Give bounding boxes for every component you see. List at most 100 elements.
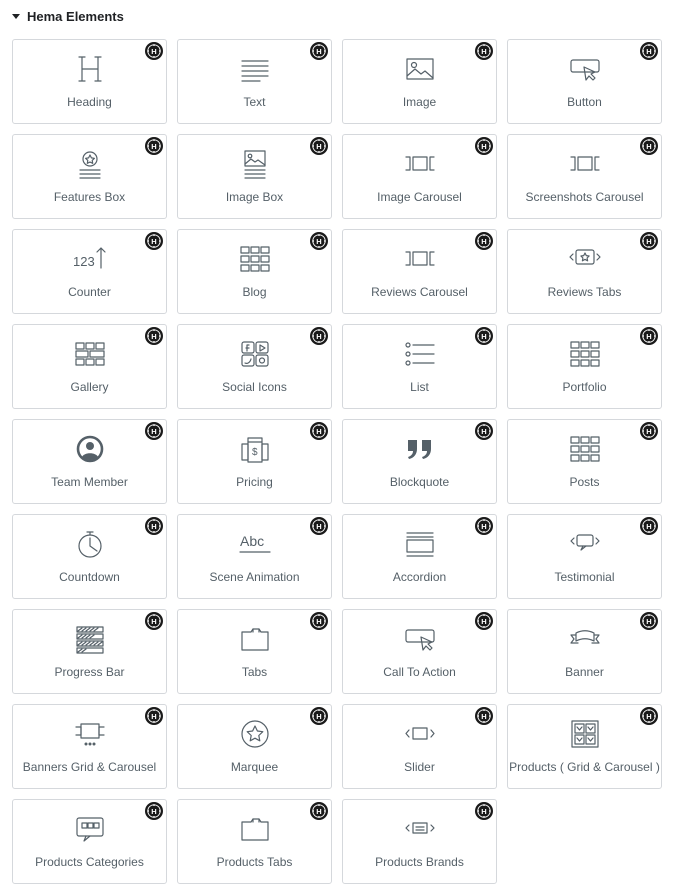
widget-label: Image Box <box>225 190 284 204</box>
hema-badge-icon: H <box>475 327 493 345</box>
banners-grid-carousel-icon <box>73 719 107 749</box>
svg-text:H: H <box>481 712 486 721</box>
widget-label: Reviews Tabs <box>547 285 622 299</box>
widget-social-icons[interactable]: Social Icons H <box>177 324 332 409</box>
hema-badge-icon: H <box>475 232 493 250</box>
blog-icon <box>238 244 272 274</box>
widget-label: Progress Bar <box>54 665 125 679</box>
widget-label: Blog <box>242 285 267 299</box>
widget-banners-grid-carousel[interactable]: Banners Grid & Carousel H <box>12 704 167 789</box>
widget-scene-animation[interactable]: Abc Scene Animation H <box>177 514 332 599</box>
posts-icon <box>568 434 602 464</box>
widget-products-brands[interactable]: Products Brands H <box>342 799 497 884</box>
svg-text:H: H <box>316 332 321 341</box>
svg-text:H: H <box>646 142 651 151</box>
hema-badge-icon: H <box>640 137 658 155</box>
widget-team-member[interactable]: Team Member H <box>12 419 167 504</box>
hema-badge-icon: H <box>145 517 163 535</box>
hema-badge-icon: H <box>145 137 163 155</box>
widget-label: List <box>410 380 429 394</box>
hema-badge-icon: H <box>475 422 493 440</box>
svg-text:H: H <box>316 712 321 721</box>
widget-image-box[interactable]: Image Box H <box>177 134 332 219</box>
portfolio-icon <box>568 339 602 369</box>
svg-text:H: H <box>151 522 156 531</box>
widget-portfolio[interactable]: Portfolio H <box>507 324 662 409</box>
widget-text[interactable]: Text H <box>177 39 332 124</box>
svg-text:H: H <box>151 47 156 56</box>
hema-badge-icon: H <box>640 612 658 630</box>
widget-list[interactable]: List H <box>342 324 497 409</box>
widget-banner[interactable]: Banner H <box>507 609 662 694</box>
widget-blockquote[interactable]: Blockquote H <box>342 419 497 504</box>
widget-pricing[interactable]: $ Pricing H <box>177 419 332 504</box>
svg-text:H: H <box>316 237 321 246</box>
widget-image-carousel[interactable]: Image Carousel H <box>342 134 497 219</box>
widget-image[interactable]: Image H <box>342 39 497 124</box>
svg-text:H: H <box>151 617 156 626</box>
hema-badge-icon: H <box>145 327 163 345</box>
widget-products-categories[interactable]: Products Categories H <box>12 799 167 884</box>
svg-text:H: H <box>481 237 486 246</box>
widget-button[interactable]: Button H <box>507 39 662 124</box>
widget-call-to-action[interactable]: Call To Action H <box>342 609 497 694</box>
svg-text:H: H <box>481 617 486 626</box>
widget-label: Scene Animation <box>209 570 300 584</box>
hema-badge-icon: H <box>475 517 493 535</box>
hema-badge-icon: H <box>475 612 493 630</box>
widget-label: Button <box>567 95 602 109</box>
products-brands-icon <box>403 814 437 844</box>
svg-text:H: H <box>316 807 321 816</box>
widget-gallery[interactable]: Gallery H <box>12 324 167 409</box>
svg-text:Abc: Abc <box>240 533 264 549</box>
hema-badge-icon: H <box>145 612 163 630</box>
svg-text:H: H <box>316 522 321 531</box>
hema-badge-icon: H <box>310 327 328 345</box>
hema-badge-icon: H <box>310 232 328 250</box>
widget-counter[interactable]: 123 Counter H <box>12 229 167 314</box>
widget-tabs[interactable]: Tabs H <box>177 609 332 694</box>
widget-testimonial[interactable]: Testimonial H <box>507 514 662 599</box>
image-carousel-icon <box>403 149 437 179</box>
widget-products-grid-carousel[interactable]: Products ( Grid & Carousel ) H <box>507 704 662 789</box>
widget-posts[interactable]: Posts H <box>507 419 662 504</box>
widget-label: Text <box>243 95 266 109</box>
products-tabs-icon <box>238 814 272 844</box>
widget-blog[interactable]: Blog H <box>177 229 332 314</box>
hema-badge-icon: H <box>640 707 658 725</box>
svg-text:H: H <box>316 427 321 436</box>
hema-badge-icon: H <box>640 42 658 60</box>
list-icon <box>403 339 437 369</box>
reviews-tabs-icon <box>568 244 602 274</box>
widget-label: Marquee <box>230 760 279 774</box>
widget-label: Accordion <box>392 570 447 584</box>
widget-label: Social Icons <box>222 380 287 394</box>
reviews-carousel-icon <box>403 244 437 274</box>
widget-reviews-carousel[interactable]: Reviews Carousel H <box>342 229 497 314</box>
svg-text:H: H <box>646 617 651 626</box>
svg-text:$: $ <box>252 447 258 458</box>
image-box-icon <box>238 149 272 179</box>
svg-text:H: H <box>481 47 486 56</box>
caret-down-icon <box>12 14 20 19</box>
scene-animation-icon: Abc <box>238 529 272 559</box>
hema-badge-icon: H <box>310 422 328 440</box>
widget-screenshots-carousel[interactable]: Screenshots Carousel H <box>507 134 662 219</box>
hema-badge-icon: H <box>145 42 163 60</box>
widget-accordion[interactable]: Accordion H <box>342 514 497 599</box>
widget-label: Tabs <box>241 665 268 679</box>
section-header[interactable]: Hema Elements <box>12 6 124 26</box>
widget-reviews-tabs[interactable]: Reviews Tabs H <box>507 229 662 314</box>
widget-countdown[interactable]: Countdown H <box>12 514 167 599</box>
products-grid-carousel-icon <box>568 719 602 749</box>
widget-marquee[interactable]: Marquee H <box>177 704 332 789</box>
widget-features-box[interactable]: Features Box H <box>12 134 167 219</box>
svg-text:H: H <box>646 522 651 531</box>
marquee-icon <box>238 719 272 749</box>
widget-products-tabs[interactable]: Products Tabs H <box>177 799 332 884</box>
svg-text:H: H <box>481 332 486 341</box>
hema-badge-icon: H <box>145 707 163 725</box>
widget-progress-bar[interactable]: Progress Bar H <box>12 609 167 694</box>
widget-slider[interactable]: Slider H <box>342 704 497 789</box>
widget-heading[interactable]: Heading H <box>12 39 167 124</box>
